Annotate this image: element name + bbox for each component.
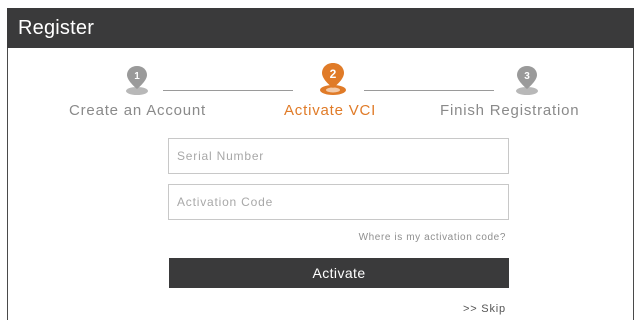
window-border-right [633, 48, 634, 320]
step-1-map-pin-icon: 1 [124, 64, 150, 96]
activate-button[interactable]: Activate [169, 258, 509, 288]
skip-link[interactable]: >> Skip [463, 303, 506, 315]
step-1-label: Create an Account [69, 102, 207, 119]
step-2-number: 2 [330, 67, 337, 81]
step-3-label: Finish Registration [440, 102, 580, 119]
register-window: Register 1 2 3 Create an Account Activat… [0, 0, 640, 320]
activation-code-help-link[interactable]: Where is my activation code? [359, 232, 506, 243]
window-title: Register [7, 8, 634, 48]
window-border-left [7, 48, 8, 320]
step-3-map-pin-icon: 3 [514, 64, 540, 96]
step-2-label: Activate VCI [284, 102, 377, 119]
step-1-number: 1 [134, 71, 140, 82]
step-connector-1-2 [163, 90, 293, 91]
step-connector-2-3 [364, 90, 494, 91]
activation-code-input[interactable] [168, 184, 509, 220]
serial-number-input[interactable] [168, 138, 509, 174]
step-3-number: 3 [524, 71, 530, 82]
step-2-map-pin-icon: 2 [318, 62, 346, 95]
